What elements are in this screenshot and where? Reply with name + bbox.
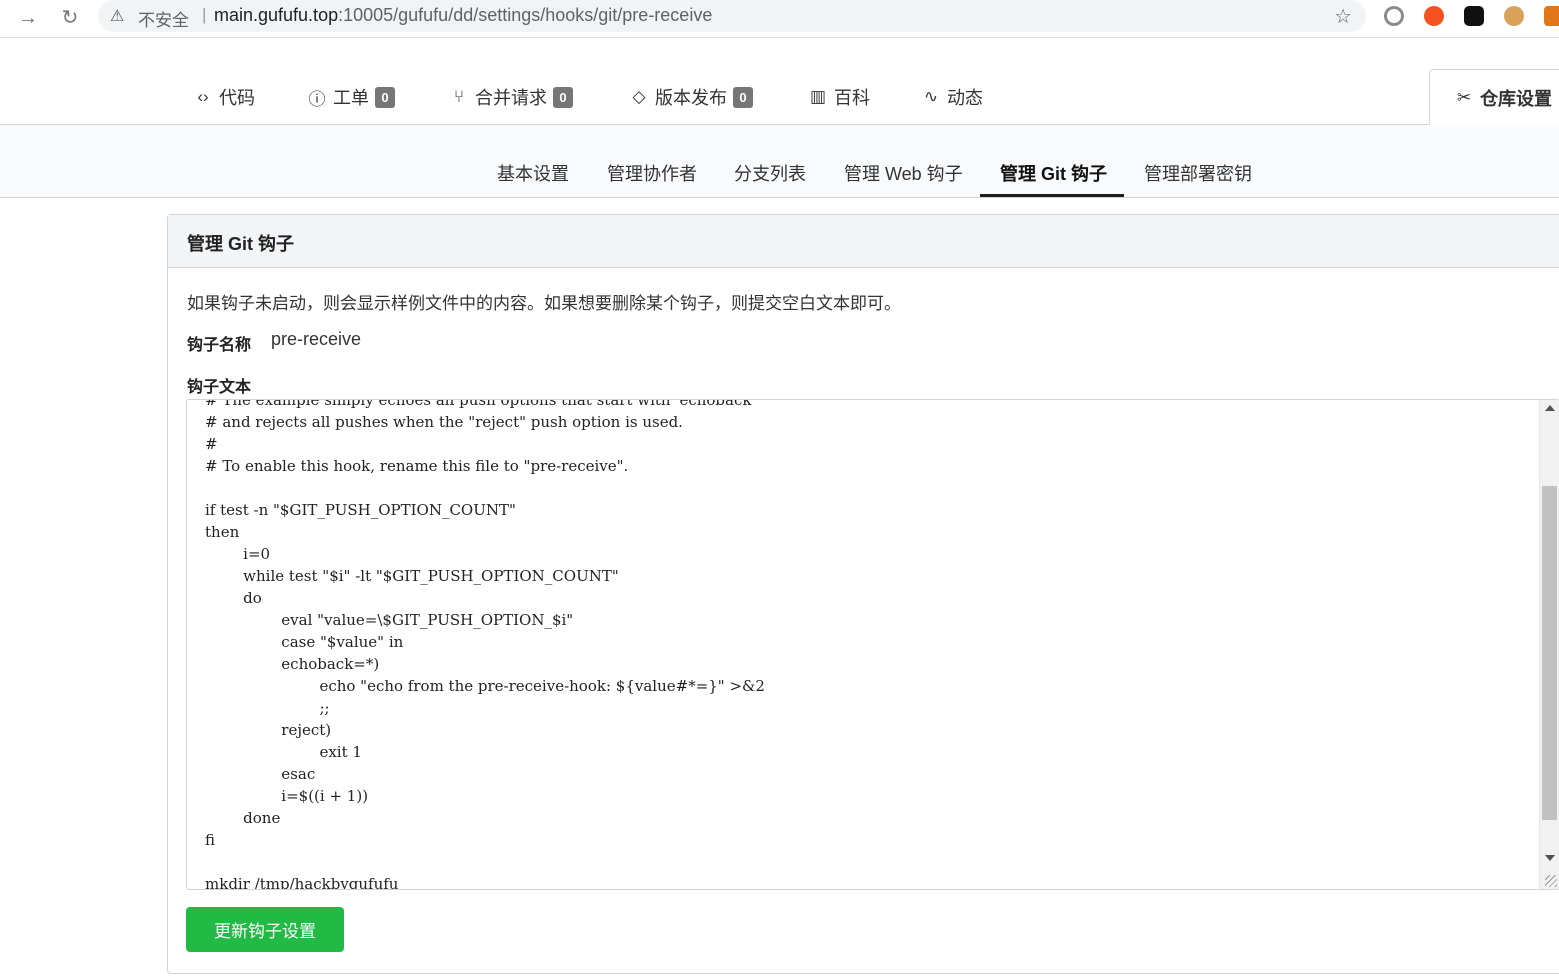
- hook-content-label: 钩子文本: [187, 379, 252, 396]
- bookmark-star-icon[interactable]: ☆: [1334, 4, 1352, 29]
- tab-releases[interactable]: ◇ 版本发布 0: [629, 84, 753, 110]
- count-badge: 0: [375, 86, 395, 108]
- book-icon: ▥: [809, 87, 827, 106]
- url-text[interactable]: main.gufufu.top:10005/gufufu/dd/settings…: [214, 5, 712, 26]
- tab-label: 合并请求: [475, 88, 547, 108]
- tag-icon: ◇: [632, 87, 646, 106]
- reload-icon[interactable]: ↻: [58, 6, 82, 30]
- url-separator: |: [202, 5, 207, 24]
- panel-title: 管理 Git 钩子: [187, 234, 294, 254]
- hook-name-label: 钩子名称: [187, 337, 252, 354]
- warning-icon: ⚠: [110, 8, 125, 25]
- url-host: main.gufufu.top: [214, 5, 339, 25]
- settings-nav-deploy-keys[interactable]: 管理部署密钥: [1144, 160, 1252, 186]
- scroll-thumb[interactable]: [1542, 486, 1557, 820]
- tab-label: 仓库设置: [1480, 88, 1552, 109]
- hook-content-textarea[interactable]: # The example simply echoes all push opt…: [186, 399, 1559, 890]
- extension-fox-icon[interactable]: [1544, 6, 1559, 26]
- scroll-down-arrow-icon[interactable]: [1545, 855, 1555, 861]
- editor-scrollbar[interactable]: [1539, 400, 1559, 889]
- hook-description: 如果钩子未启动，则会显示样例文件中的内容。如果想要删除某个钩子，则提交空白文本即…: [187, 294, 901, 313]
- tools-icon: ✂: [1456, 87, 1472, 107]
- settings-nav-git-hooks[interactable]: 管理 Git 钩子: [1000, 160, 1107, 186]
- tab-label: 工单: [333, 88, 369, 108]
- settings-nav-basic[interactable]: 基本设置: [497, 160, 569, 186]
- resize-grip-icon[interactable]: [1545, 875, 1557, 887]
- tab-issues[interactable]: ⓘ 工单 0: [307, 84, 395, 110]
- settings-nav-webhooks[interactable]: 管理 Web 钩子: [844, 160, 963, 186]
- url-path: :10005/gufufu/dd/settings/hooks/git/pre-…: [338, 5, 713, 25]
- pulse-icon: ∿: [923, 87, 939, 106]
- tab-label: 动态: [947, 88, 983, 108]
- extension-orange-icon[interactable]: [1424, 6, 1444, 26]
- code-icon: ‹›: [197, 87, 209, 106]
- settings-nav: 基本设置 管理协作者 分支列表 管理 Web 钩子 管理 Git 钩子 管理部署…: [0, 125, 1559, 198]
- settings-nav-branches[interactable]: 分支列表: [734, 160, 806, 186]
- tab-label: 百科: [834, 88, 870, 108]
- tab-label: 代码: [219, 88, 255, 108]
- browser-toolbar: → ↻ ⚠ 不安全 | main.gufufu.top:10005/gufufu…: [0, 0, 1559, 38]
- git-pull-request-icon: ⑂: [453, 87, 465, 106]
- tab-pull-requests[interactable]: ⑂ 合并请求 0: [449, 84, 573, 110]
- tab-code[interactable]: ‹› 代码: [193, 84, 255, 110]
- address-bar[interactable]: ⚠ 不安全 | main.gufufu.top:10005/gufufu/dd/…: [98, 0, 1366, 32]
- hook-code: # The example simply echoes all push opt…: [205, 399, 765, 890]
- hook-name-value: pre-receive: [271, 329, 362, 349]
- extension-ghost-icon[interactable]: [1464, 6, 1484, 26]
- count-badge: 0: [733, 86, 753, 108]
- tab-label: 版本发布: [655, 88, 727, 108]
- extension-circle-icon[interactable]: [1384, 6, 1404, 26]
- insecure-label: 不安全: [138, 11, 189, 30]
- tab-activity[interactable]: ∿ 动态: [921, 84, 983, 110]
- panel-header: 管理 Git 钩子: [168, 215, 1559, 268]
- tab-settings[interactable]: ✂ 仓库设置: [1429, 69, 1559, 126]
- repo-tab-bar: ‹› 代码 ⓘ 工单 0 ⑂ 合并请求 0 ◇ 版本发布 0 ▥ 百科 ∿ 动态…: [0, 40, 1559, 126]
- count-badge: 0: [553, 86, 573, 108]
- active-tab-underline: [980, 194, 1124, 197]
- forward-arrow-icon[interactable]: →: [16, 6, 40, 30]
- extension-cookie-icon[interactable]: [1504, 6, 1524, 26]
- git-hook-panel: 管理 Git 钩子 如果钩子未启动，则会显示样例文件中的内容。如果想要删除某个钩…: [167, 214, 1559, 974]
- update-hook-button[interactable]: 更新钩子设置: [186, 907, 344, 952]
- settings-nav-collaborators[interactable]: 管理协作者: [607, 160, 697, 186]
- tab-wiki[interactable]: ▥ 百科: [808, 84, 870, 110]
- scroll-up-arrow-icon[interactable]: [1545, 405, 1555, 411]
- issue-icon: ⓘ: [308, 89, 326, 109]
